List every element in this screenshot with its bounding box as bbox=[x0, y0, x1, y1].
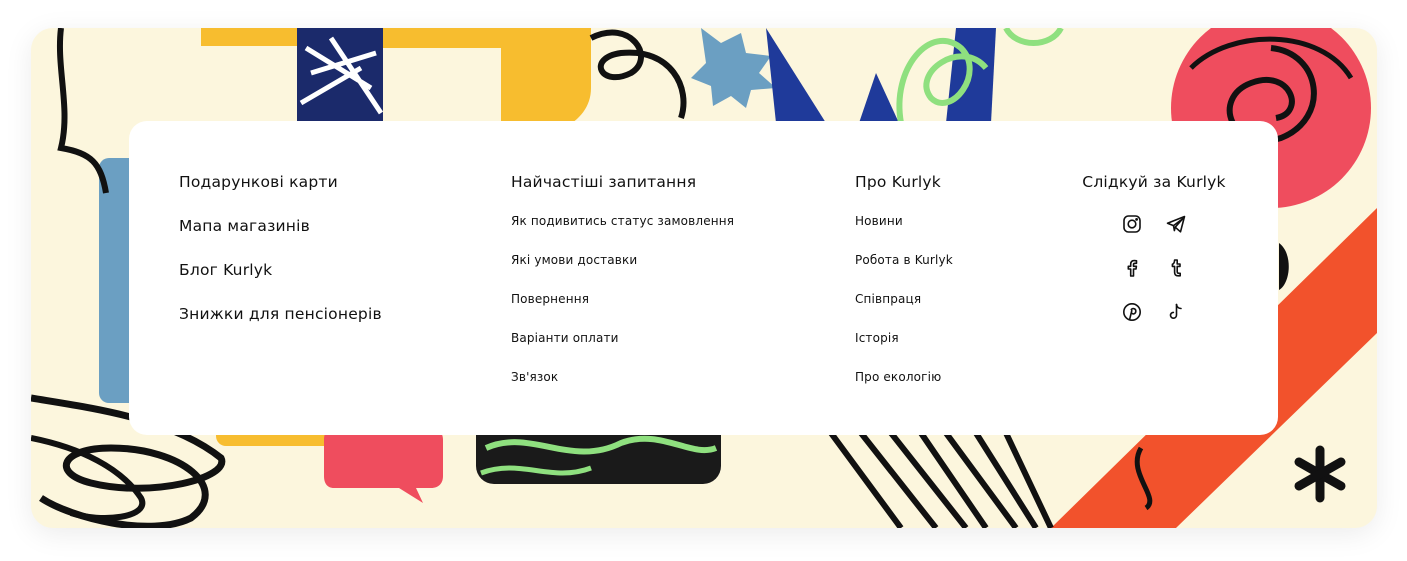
footer-card: Подарункові карти Мапа магазинів Блог Ku… bbox=[129, 121, 1278, 435]
about-link-news[interactable]: Новини bbox=[855, 213, 953, 252]
about-link-cooperation[interactable]: Співпраця bbox=[855, 291, 953, 330]
footer-link-pensioner-discounts[interactable]: Знижки для пенсіонерів bbox=[179, 304, 382, 348]
social-heading: Слідкуй за Kurlyk bbox=[1082, 173, 1226, 191]
primary-links-column: Подарункові карти Мапа магазинів Блог Ku… bbox=[179, 172, 382, 348]
faq-link-order-status[interactable]: Як подивитись статус замовлення bbox=[511, 213, 734, 252]
pinterest-icon[interactable] bbox=[1121, 301, 1143, 323]
faq-link-returns[interactable]: Повернення bbox=[511, 291, 734, 330]
faq-heading: Найчастіші запитання bbox=[511, 173, 697, 191]
tiktok-icon[interactable] bbox=[1165, 301, 1187, 323]
faq-link-payment[interactable]: Варіанти оплати bbox=[511, 330, 734, 369]
footer-link-store-map[interactable]: Мапа магазинів bbox=[179, 216, 382, 260]
footer-banner: Подарункові карти Мапа магазинів Блог Ku… bbox=[31, 28, 1377, 528]
about-link-ecology[interactable]: Про екологію bbox=[855, 369, 953, 408]
about-heading: Про Kurlyk bbox=[855, 173, 941, 191]
social-column: Слідкуй за Kurlyk bbox=[1081, 172, 1227, 323]
telegram-icon[interactable] bbox=[1165, 213, 1187, 235]
footer-link-blog[interactable]: Блог Kurlyk bbox=[179, 260, 382, 304]
tumblr-icon[interactable] bbox=[1165, 257, 1187, 279]
social-icons bbox=[1081, 213, 1227, 323]
footer-link-gift-cards[interactable]: Подарункові карти bbox=[179, 172, 382, 216]
about-link-history[interactable]: Історія bbox=[855, 330, 953, 369]
faq-link-delivery[interactable]: Які умови доставки bbox=[511, 252, 734, 291]
facebook-icon[interactable] bbox=[1121, 257, 1143, 279]
instagram-icon[interactable] bbox=[1121, 213, 1143, 235]
about-link-jobs[interactable]: Робота в Kurlyk bbox=[855, 252, 953, 291]
about-column: Про Kurlyk Новини Робота в Kurlyk Співпр… bbox=[855, 172, 953, 408]
faq-column: Найчастіші запитання Як подивитись стату… bbox=[511, 172, 734, 408]
faq-link-contact[interactable]: Зв'язок bbox=[511, 369, 734, 408]
